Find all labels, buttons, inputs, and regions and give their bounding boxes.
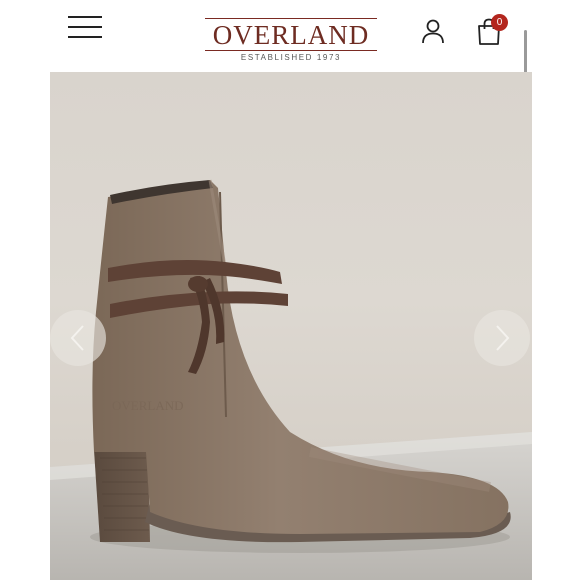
- carousel-next-button[interactable]: [474, 310, 530, 366]
- embossed-brand-text: OVERLAND: [112, 398, 184, 413]
- site-header: OVERLAND ESTABLISHED 1973 0: [0, 0, 580, 72]
- boot-illustration: OVERLAND: [50, 179, 532, 580]
- chevron-left-icon: [70, 325, 84, 351]
- product-image: OVERLAND: [50, 72, 532, 580]
- chevron-right-icon: [496, 325, 510, 351]
- brand-name: OVERLAND: [212, 20, 370, 50]
- product-page: OVERLAND ESTABLISHED 1973 0 OVERLAND: [0, 0, 580, 580]
- user-icon[interactable]: [420, 18, 446, 44]
- hamburger-menu-icon[interactable]: [68, 16, 102, 40]
- brand-tagline: ESTABLISHED 1973: [240, 53, 342, 62]
- carousel-prev-button[interactable]: [50, 310, 106, 366]
- cart-count-badge: 0: [491, 14, 508, 31]
- brand-logo[interactable]: OVERLAND ESTABLISHED 1973: [205, 16, 377, 62]
